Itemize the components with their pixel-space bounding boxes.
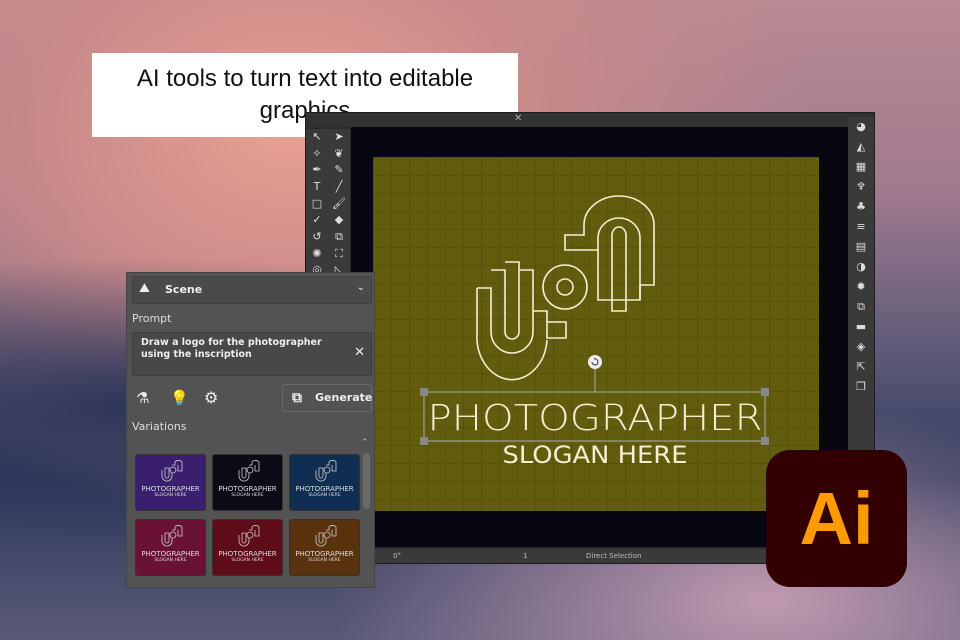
variation-title: PHOTOGRAPHER <box>218 550 277 558</box>
mini-logo-icon <box>238 525 260 547</box>
variation-thumbnail[interactable]: PHOTOGRAPHER SLOGAN HERE <box>212 519 283 576</box>
variation-thumbnail[interactable]: PHOTOGRAPHER SLOGAN HERE <box>289 519 360 576</box>
variation-title: PHOTOGRAPHER <box>295 550 354 558</box>
prompt-label: Prompt <box>132 312 172 325</box>
style-picker-icon[interactable]: ⚗ <box>136 389 149 407</box>
logo-arch-inner <box>597 217 641 312</box>
logo-circle-inner <box>556 278 574 296</box>
logo-shape-bar-mid <box>491 269 534 340</box>
mini-logo-icon <box>315 525 337 547</box>
generate-button[interactable]: ⧉ Generate <box>282 384 372 412</box>
chevron-down-icon: ⌄ <box>356 282 365 293</box>
resize-handle <box>761 388 769 396</box>
variation-thumbnail[interactable]: PHOTOGRAPHER SLOGAN HERE <box>135 519 206 576</box>
mini-logo-icon <box>161 460 183 482</box>
variation-slogan: SLOGAN HERE <box>231 493 264 498</box>
variation-title: PHOTOGRAPHER <box>218 485 277 493</box>
mini-logo-icon <box>315 460 337 482</box>
variation-title: PHOTOGRAPHER <box>295 485 354 493</box>
variation-thumbnail[interactable]: PHOTOGRAPHER SLOGAN HERE <box>212 454 283 511</box>
scene-icon: ⛰ <box>139 281 150 296</box>
logo-mark <box>476 195 655 381</box>
clear-icon[interactable]: ✕ <box>354 346 365 359</box>
lightbulb-icon[interactable]: 💡 <box>170 389 189 407</box>
illustrator-logo: Ai <box>766 450 907 587</box>
mini-logo-icon <box>238 460 260 482</box>
variation-slogan: SLOGAN HERE <box>231 558 264 563</box>
resize-handle <box>420 388 428 396</box>
logo-circle-outer <box>542 264 588 310</box>
variations-grid: PHOTOGRAPHER SLOGAN HERE PHOTOGRAPHER SLOGA… <box>135 454 361 576</box>
dropdown-value: Scene <box>165 283 203 296</box>
gear-icon[interactable]: ⚙ <box>204 388 218 407</box>
logo-slogan[interactable]: SLOGAN HERE <box>503 441 688 469</box>
logo-title[interactable]: PHOTOGRAPHER <box>428 398 763 439</box>
variations-scrollbar[interactable] <box>363 453 370 509</box>
variation-slogan: SLOGAN HERE <box>154 493 187 498</box>
variation-slogan: SLOGAN HERE <box>308 493 341 498</box>
type-dropdown[interactable]: ⛰ Scene ⌄ <box>132 276 372 304</box>
generate-sparkle-icon: ⧉ <box>292 390 302 406</box>
scroll-up-icon[interactable]: ⌃ <box>361 438 369 448</box>
text-to-vector-panel: ⛰ Scene ⌄ Prompt Draw a logo for the pho… <box>126 272 375 588</box>
variation-title: PHOTOGRAPHER <box>141 485 200 493</box>
variation-thumbnail[interactable]: PHOTOGRAPHER SLOGAN HERE <box>135 454 206 511</box>
mini-logo-icon <box>161 525 183 547</box>
rotate-handle-icon <box>588 355 602 369</box>
logo-shape-bar-top <box>505 261 520 270</box>
variation-title: PHOTOGRAPHER <box>141 550 200 558</box>
variation-thumbnail[interactable]: PHOTOGRAPHER SLOGAN HERE <box>289 454 360 511</box>
logo-shape-u-outer <box>477 287 567 354</box>
variation-slogan: SLOGAN HERE <box>154 558 187 563</box>
prompt-input[interactable]: Draw a logo for the photographer using t… <box>132 332 372 376</box>
variation-slogan: SLOGAN HERE <box>308 558 341 563</box>
generate-label: Generate <box>315 391 373 404</box>
variations-label: Variations <box>132 420 187 433</box>
prompt-text: Draw a logo for the photographer using t… <box>141 337 322 360</box>
logo-shape-u-outer-arc <box>476 288 548 381</box>
